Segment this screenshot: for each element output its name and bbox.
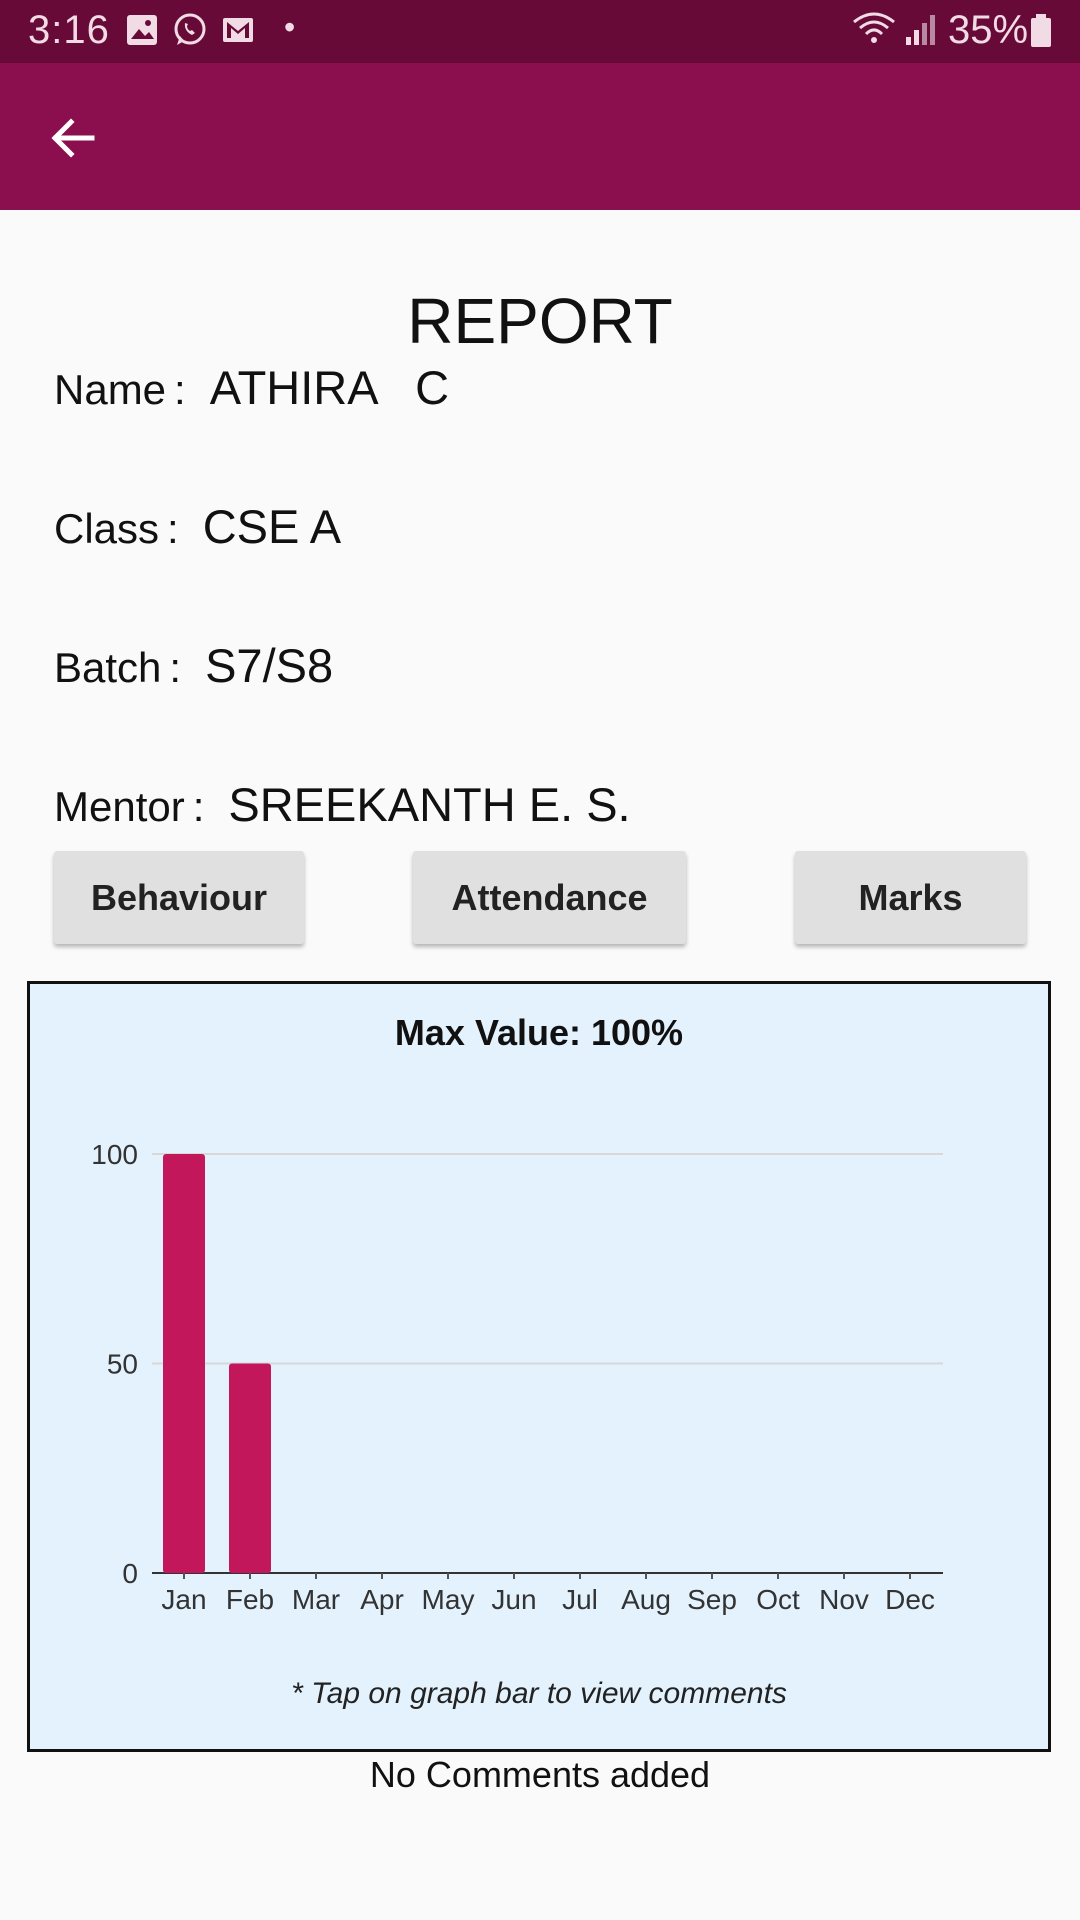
x-tick-label: Jan <box>161 1584 206 1615</box>
whatsapp-icon <box>174 13 206 45</box>
batch-row: Batch : S7/S8 <box>54 638 333 693</box>
name-value: ATHIRA C <box>209 361 450 414</box>
x-tick-label: Sep <box>687 1584 737 1615</box>
attendance-button[interactable]: Attendance <box>413 851 686 944</box>
x-tick-label: Dec <box>885 1584 935 1615</box>
chart-panel: Max Value: 100% 0 50 100 Jan Feb Mar Apr May Jun… <box>27 981 1051 1752</box>
x-tick-label: May <box>422 1584 475 1615</box>
report-title: REPORT <box>407 285 673 357</box>
app-bar <box>0 63 1080 210</box>
behaviour-button[interactable]: Behaviour <box>54 851 304 944</box>
x-tick-label: Nov <box>819 1584 869 1615</box>
signal-icon <box>906 15 935 45</box>
x-tick-label: Oct <box>756 1584 800 1615</box>
status-time: 3:16 <box>28 8 110 52</box>
arrow-back-icon <box>51 118 95 158</box>
class-value: CSE A <box>202 500 342 553</box>
class-separator: : <box>167 505 179 552</box>
chart-bar-feb[interactable] <box>229 1363 271 1574</box>
x-tick-label: Feb <box>226 1584 274 1615</box>
batch-value: S7/S8 <box>205 639 334 692</box>
class-row: Class : CSE A <box>54 499 341 554</box>
back-button[interactable] <box>38 103 108 173</box>
battery-icon <box>1031 14 1051 47</box>
marks-button[interactable]: Marks <box>795 851 1026 944</box>
name-label: Name <box>54 366 167 413</box>
x-tick-label: Jun <box>491 1584 536 1615</box>
battery-percentage: 35% <box>948 8 1029 52</box>
status-bar: 3:16 • 35% <box>0 0 1080 63</box>
chart-bar-jan[interactable] <box>163 1154 205 1573</box>
chart-hint: * Tap on graph bar to view comments <box>291 1677 787 1710</box>
wifi-icon <box>853 12 895 43</box>
y-tick-label: 0 <box>122 1558 138 1589</box>
mentor-row: Mentor : SREEKANTH E. S. <box>54 777 631 832</box>
gmail-icon <box>223 18 253 42</box>
x-tick-label: Mar <box>292 1584 340 1615</box>
x-tick-label: Aug <box>621 1584 671 1615</box>
mentor-label: Mentor <box>54 783 185 830</box>
y-tick-label: 50 <box>107 1349 138 1380</box>
mentor-separator: : <box>192 783 205 830</box>
more-notifications-dot: • <box>284 9 296 45</box>
batch-separator: : <box>169 644 182 691</box>
x-tick-label: Jul <box>562 1584 598 1615</box>
name-separator: : <box>174 366 186 413</box>
class-label: Class <box>54 505 160 552</box>
mentor-value: SREEKANTH E. S. <box>228 778 631 831</box>
batch-label: Batch <box>54 644 162 691</box>
bar-chart: 0 50 100 Jan Feb Mar Apr May Jun Jul Aug Sep Oct Nov D… <box>91 1139 943 1615</box>
y-tick-label: 100 <box>91 1139 138 1170</box>
image-icon <box>127 15 157 45</box>
name-row: Name : ATHIRA C <box>54 360 449 415</box>
comments-status: No Comments added <box>369 1754 711 1795</box>
x-tick-label: Apr <box>360 1584 404 1615</box>
